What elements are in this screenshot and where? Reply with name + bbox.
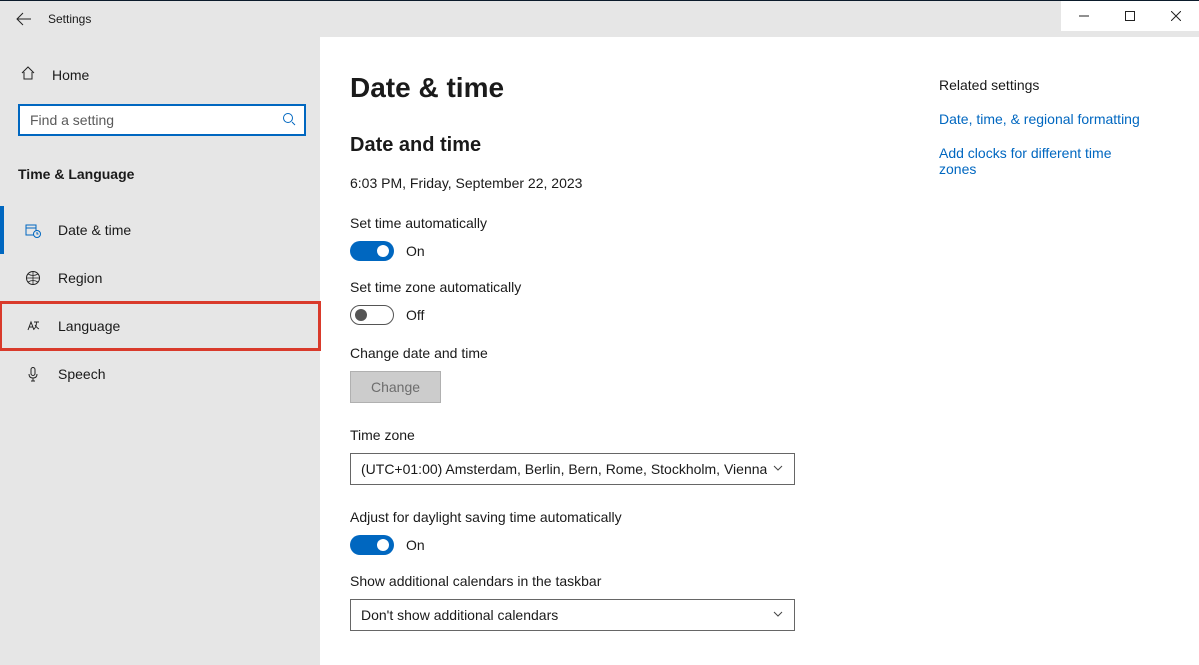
timezone-select[interactable]: (UTC+01:00) Amsterdam, Berlin, Bern, Rom…: [350, 453, 795, 485]
home-label: Home: [52, 67, 89, 83]
window-title: Settings: [48, 12, 91, 26]
back-button[interactable]: [0, 11, 48, 27]
current-datetime: 6:03 PM, Friday, September 22, 2023: [350, 175, 910, 191]
set-tz-auto-state: Off: [406, 307, 424, 323]
globe-icon: [24, 270, 42, 286]
maximize-button[interactable]: [1107, 1, 1153, 31]
timezone-value: (UTC+01:00) Amsterdam, Berlin, Bern, Rom…: [361, 461, 767, 477]
related-link-clocks[interactable]: Add clocks for different time zones: [939, 145, 1149, 177]
nav-item-date-time[interactable]: Date & time: [0, 206, 320, 254]
nav-item-label: Date & time: [58, 222, 131, 238]
sidebar-section-heading: Time & Language: [0, 160, 320, 188]
minimize-icon: [1079, 11, 1089, 21]
page-title: Date & time: [350, 72, 910, 104]
related-settings: Related settings Date, time, & regional …: [939, 72, 1199, 665]
timezone-label: Time zone: [350, 427, 910, 443]
calendar-clock-icon: [24, 222, 42, 238]
search-box[interactable]: [18, 104, 306, 136]
content: Date & time Date and time 6:03 PM, Frida…: [320, 37, 1199, 665]
additional-calendars-value: Don't show additional calendars: [361, 607, 558, 623]
close-icon: [1171, 11, 1181, 21]
related-heading: Related settings: [939, 77, 1149, 93]
set-time-auto-state: On: [406, 243, 425, 259]
set-tz-auto-label: Set time zone automatically: [350, 279, 910, 295]
nav-item-label: Region: [58, 270, 102, 286]
home-nav[interactable]: Home: [0, 57, 320, 92]
dst-toggle[interactable]: [350, 535, 394, 555]
search-input[interactable]: [28, 111, 282, 129]
arrow-left-icon: [16, 11, 32, 27]
set-time-auto-label: Set time automatically: [350, 215, 910, 231]
minimize-button[interactable]: [1061, 1, 1107, 31]
nav-item-label: Speech: [58, 366, 105, 382]
titlebar: Settings: [0, 1, 1199, 37]
home-icon: [20, 65, 36, 84]
dst-state: On: [406, 537, 425, 553]
close-button[interactable]: [1153, 1, 1199, 31]
maximize-icon: [1125, 11, 1135, 21]
change-button[interactable]: Change: [350, 371, 441, 403]
set-tz-auto-toggle[interactable]: [350, 305, 394, 325]
window-controls: [1061, 1, 1199, 31]
nav-item-speech[interactable]: Speech: [0, 350, 320, 398]
nav-item-language[interactable]: Language: [0, 302, 320, 350]
section-title: Date and time: [350, 134, 910, 157]
sidebar: Home Time & Language Date & time: [0, 37, 320, 665]
change-date-label: Change date and time: [350, 345, 910, 361]
set-time-auto-toggle[interactable]: [350, 241, 394, 261]
language-icon: [24, 318, 42, 334]
nav-item-label: Language: [58, 318, 120, 334]
chevron-down-icon: [772, 461, 784, 477]
search-icon: [282, 112, 296, 129]
nav-item-region[interactable]: Region: [0, 254, 320, 302]
additional-calendars-label: Show additional calendars in the taskbar: [350, 573, 910, 589]
microphone-icon: [24, 366, 42, 382]
dst-label: Adjust for daylight saving time automati…: [350, 509, 910, 525]
related-link-formatting[interactable]: Date, time, & regional formatting: [939, 111, 1149, 127]
chevron-down-icon: [772, 607, 784, 623]
additional-calendars-select[interactable]: Don't show additional calendars: [350, 599, 795, 631]
